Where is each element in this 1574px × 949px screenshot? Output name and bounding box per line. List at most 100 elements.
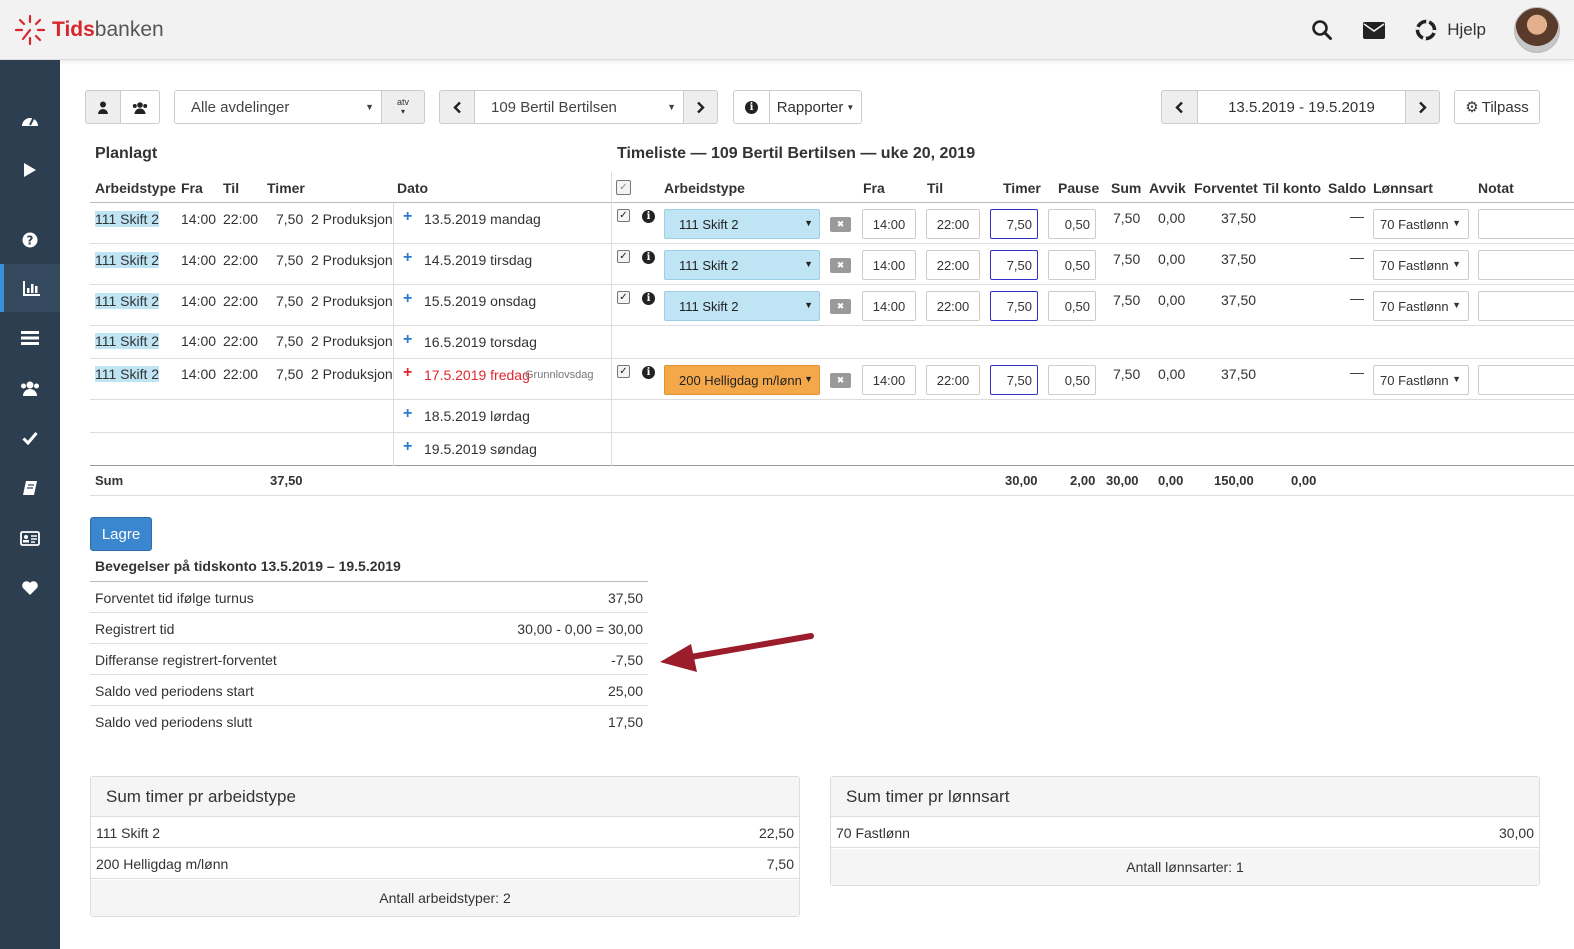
planned-to: 22:00 [223,293,259,309]
customize-button[interactable]: ⚙ Tilpass [1454,90,1540,124]
pause-input[interactable]: 0,50 [1048,365,1096,395]
pause-input[interactable]: 0,50 [1048,209,1096,239]
select-all-checkbox[interactable]: ✓ [616,180,631,195]
save-button[interactable]: Lagre [90,517,152,551]
pause-input[interactable]: 0,50 [1048,250,1096,280]
wage-type-select[interactable]: 70 Fastlønn ▼ [1373,291,1469,321]
sidebar-item-dashboard[interactable] [0,96,60,144]
date-range-display[interactable]: 13.5.2019 - 19.5.2019 [1197,90,1406,124]
row-deviation: 0,00 [1158,292,1186,308]
department-filter-button[interactable]: atv ▾ [381,90,425,124]
caret-down-icon: ▼ [1452,374,1461,384]
from-time-input[interactable]: 14:00 [862,209,916,239]
planned-department: 2 Produksjon [311,366,393,382]
next-employee-button[interactable] [683,90,718,124]
planned-date: 19.5.2019 søndag [424,441,537,457]
sidebar-item-card[interactable] [0,514,60,562]
info-button[interactable]: i [733,90,770,124]
employee-select[interactable]: 109 Bertil Bertilsen ▼ [474,90,684,124]
worktype-select[interactable]: 111 Skift 2 ▼ [664,209,820,239]
envelope-icon[interactable] [1361,17,1387,43]
delete-entry-icon[interactable]: ✖ [830,217,851,232]
to-time-input[interactable]: 22:00 [926,291,980,321]
add-entry-plus-icon[interactable]: + [403,438,412,456]
add-entry-plus-icon[interactable]: + [403,208,412,226]
info-icon[interactable]: i [642,210,655,223]
sidebar-item-play[interactable] [0,146,60,194]
next-week-button[interactable] [1405,90,1440,124]
gear-icon: ⚙ [1465,99,1479,116]
delete-entry-icon[interactable]: ✖ [830,373,851,388]
add-entry-plus-icon[interactable]: + [403,331,412,349]
delete-entry-icon[interactable]: ✖ [830,258,851,273]
row-checkbox[interactable]: ✓ [617,250,630,263]
sidebar-item-reports[interactable] [0,264,60,312]
to-time-input[interactable]: 22:00 [926,209,980,239]
caret-down-icon: ▼ [804,374,813,384]
wage-type-select[interactable]: 70 Fastlønn ▼ [1373,250,1469,280]
hours-input[interactable]: 7,50 [990,209,1038,239]
note-input[interactable] [1478,209,1574,239]
reports-dropdown-button[interactable]: Rapporter ▼ [769,90,862,124]
planned-col-hours: Timer [267,180,305,196]
employee-select-value: 109 Bertil Bertilsen [491,98,617,116]
sidebar-item-help[interactable]: ? [0,216,60,264]
note-input[interactable] [1478,250,1574,280]
info-icon[interactable]: i [642,292,655,305]
app-logo[interactable]: Tids banken [14,14,164,46]
wage-type-select[interactable]: 70 Fastlønn ▼ [1373,209,1469,239]
worktype-sum-row: 200 Helligdag m/lønn 7,50 [91,848,799,879]
planned-hours: 7,50 [276,333,304,349]
movement-label: Differanse registrert-forventet [95,652,277,668]
row-checkbox[interactable]: ✓ [617,365,630,378]
single-user-view-button[interactable] [85,90,121,124]
add-entry-plus-icon[interactable]: + [403,405,412,423]
info-icon[interactable]: i [642,251,655,264]
sidebar-item-employees[interactable] [0,364,60,412]
hours-input[interactable]: 7,50 [990,291,1038,321]
users-icon [132,101,148,114]
movement-value: 37,50 [607,590,643,606]
worktype-select[interactable]: 111 Skift 2 ▼ [664,250,820,280]
svg-text:?: ? [27,234,34,248]
sidebar-item-list[interactable] [0,314,60,362]
worktype-select[interactable]: 111 Skift 2 ▼ [664,291,820,321]
worktype-select-value: 111 Skift 2 [679,217,739,232]
from-time-input[interactable]: 14:00 [862,365,916,395]
row-sum: 7,50 [1113,251,1141,267]
previous-employee-button[interactable] [439,90,475,124]
search-icon[interactable] [1309,17,1335,43]
sidebar-item-book[interactable] [0,464,60,512]
to-time-input[interactable]: 22:00 [926,365,980,395]
row-checkbox[interactable]: ✓ [617,291,630,304]
ts-col-from: Fra [863,180,885,196]
from-time-input[interactable]: 14:00 [862,291,916,321]
planned-col-from: Fra [181,180,203,196]
add-entry-plus-icon[interactable]: + [403,249,412,267]
info-icon[interactable]: i [642,366,655,379]
lifebuoy-icon[interactable] [1413,17,1439,43]
help-link[interactable]: Hjelp [1447,20,1486,40]
worktype-select[interactable]: 200 Helligdag m/lønn ▼ [664,365,820,395]
hours-input[interactable]: 7,50 [990,250,1038,280]
department-select[interactable]: Alle avdelinger ▼ [174,90,382,124]
row-checkbox[interactable]: ✓ [617,209,630,222]
sidebar-item-approve[interactable] [0,414,60,462]
add-entry-plus-icon[interactable]: + [403,364,412,382]
to-time-input[interactable]: 22:00 [926,250,980,280]
hours-input[interactable]: 7,50 [990,365,1038,395]
note-input[interactable] [1478,291,1574,321]
pause-input[interactable]: 0,50 [1048,291,1096,321]
chevron-left-icon [1175,101,1183,113]
previous-week-button[interactable] [1161,90,1198,124]
note-input[interactable] [1478,365,1574,395]
from-time-input[interactable]: 14:00 [862,250,916,280]
wagetype-count-footer: Antall lønnsarter: 1 [831,849,1539,885]
sidebar-item-favorites[interactable] [0,564,60,612]
wage-type-select[interactable]: 70 Fastlønn ▼ [1373,365,1469,395]
avatar[interactable] [1514,7,1560,53]
add-entry-plus-icon[interactable]: + [403,290,412,308]
delete-entry-icon[interactable]: ✖ [830,299,851,314]
group-view-button[interactable] [120,90,160,124]
caret-down-icon: ▾ [400,107,405,116]
